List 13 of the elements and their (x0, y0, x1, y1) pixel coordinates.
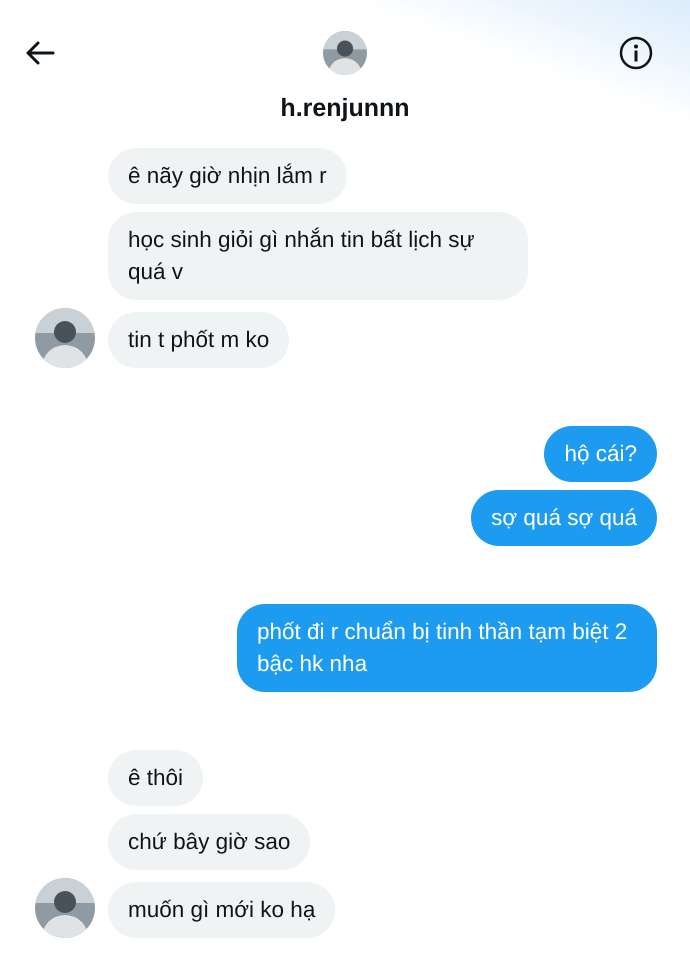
message-bubble: hộ cái? (544, 426, 657, 482)
info-icon[interactable] (619, 36, 653, 70)
message-bubble: chứ bây giờ sao (108, 814, 310, 870)
username: h.renjunnn (280, 94, 410, 122)
message-bubble: học sinh giỏi gì nhắn tin bất lịch sự quá v (108, 212, 528, 300)
message-bubble: tin t phốt m ko (108, 312, 290, 368)
message-bubble: ê nãy giờ nhịn lắm r (108, 148, 347, 204)
message-bubble: phốt đi r chuẩn bị tinh thần tạm biệt 2 bậc hk nha (237, 604, 657, 692)
message-bubble: ê thôi (108, 750, 204, 806)
avatar[interactable] (323, 31, 367, 75)
message-bubble: muốn gì mới ko hạ (108, 882, 336, 938)
message-bubble: sợ quá sợ quá (471, 490, 657, 546)
back-arrow-icon[interactable] (25, 40, 55, 66)
